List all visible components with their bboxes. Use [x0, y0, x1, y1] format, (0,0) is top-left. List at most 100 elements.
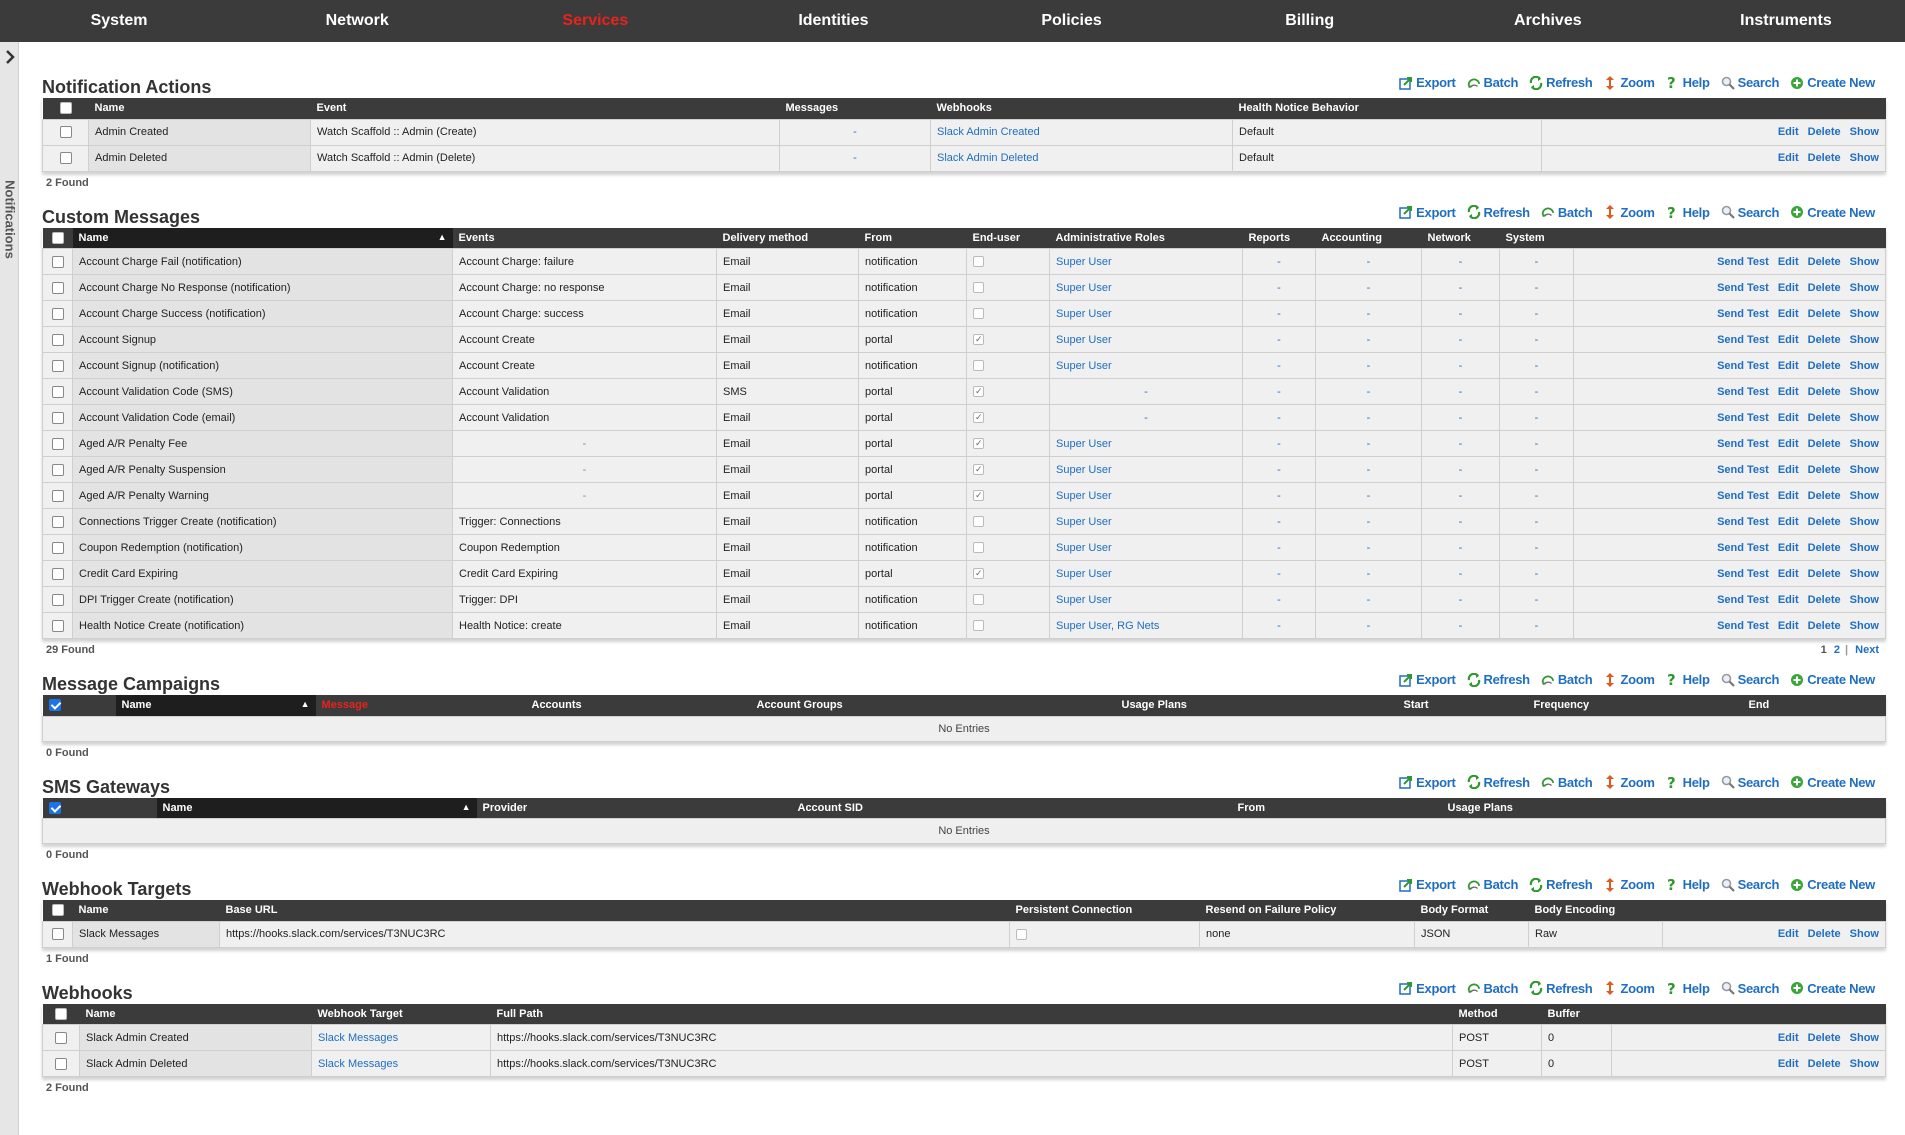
show-link[interactable]: Show: [1850, 308, 1879, 320]
row-checkbox[interactable]: [51, 437, 64, 450]
show-link[interactable]: Show: [1850, 620, 1879, 632]
role-link[interactable]: Super User: [1056, 490, 1112, 502]
column-header[interactable]: Webhooks: [931, 98, 1233, 119]
row-checkbox[interactable]: [51, 411, 64, 424]
create-button[interactable]: Create New: [1790, 75, 1875, 90]
row-checkbox[interactable]: [59, 126, 72, 139]
row-checkbox[interactable]: [51, 515, 64, 528]
show-link[interactable]: Show: [1850, 438, 1879, 450]
edit-link[interactable]: Edit: [1778, 438, 1799, 450]
row-checkbox[interactable]: [59, 152, 72, 165]
show-link[interactable]: Show: [1850, 1032, 1879, 1044]
batch-button[interactable]: Batch: [1467, 981, 1518, 996]
column-header[interactable]: Buffer: [1542, 1004, 1612, 1025]
row-checkbox[interactable]: [51, 333, 64, 346]
show-link[interactable]: Show: [1850, 1058, 1879, 1070]
search-button[interactable]: Search: [1721, 672, 1779, 687]
column-header[interactable]: End: [1743, 695, 1886, 716]
nav-policies[interactable]: Policies: [953, 0, 1191, 42]
column-header[interactable]: Body Encoding: [1529, 900, 1663, 921]
webhook-target-link[interactable]: Slack Messages: [318, 1058, 398, 1070]
nav-services[interactable]: Services: [476, 0, 714, 42]
delete-link[interactable]: Delete: [1808, 126, 1841, 138]
edit-link[interactable]: Edit: [1778, 282, 1799, 294]
column-header[interactable]: Accounting: [1316, 228, 1422, 249]
zoom-button[interactable]: Zoom: [1603, 775, 1655, 790]
show-link[interactable]: Show: [1850, 928, 1879, 940]
edit-link[interactable]: Edit: [1778, 386, 1799, 398]
delete-link[interactable]: Delete: [1808, 282, 1841, 294]
edit-link[interactable]: Edit: [1778, 334, 1799, 346]
row-checkbox[interactable]: [51, 567, 64, 580]
zoom-button[interactable]: Zoom: [1603, 877, 1655, 892]
help-button[interactable]: ? Help: [1666, 75, 1710, 90]
zoom-button[interactable]: Zoom: [1603, 672, 1655, 687]
column-header[interactable]: End-user: [967, 228, 1050, 249]
show-link[interactable]: Show: [1850, 464, 1879, 476]
row-checkbox[interactable]: [51, 307, 64, 320]
create-button[interactable]: Create New: [1790, 672, 1875, 687]
delete-link[interactable]: Delete: [1808, 308, 1841, 320]
column-header[interactable]: Frequency: [1528, 695, 1743, 716]
edit-link[interactable]: Edit: [1778, 928, 1799, 940]
delete-link[interactable]: Delete: [1808, 1032, 1841, 1044]
show-link[interactable]: Show: [1850, 152, 1879, 164]
column-header[interactable]: Base URL: [220, 900, 1010, 921]
row-checkbox[interactable]: [51, 255, 64, 268]
create-button[interactable]: Create New: [1790, 877, 1875, 892]
row-checkbox[interactable]: [51, 359, 64, 372]
send-test-link[interactable]: Send Test: [1717, 412, 1769, 424]
nav-network[interactable]: Network: [238, 0, 476, 42]
refresh-button[interactable]: Refresh: [1467, 205, 1530, 220]
delete-link[interactable]: Delete: [1808, 464, 1841, 476]
role-link[interactable]: Super User: [1056, 282, 1112, 294]
show-link[interactable]: Show: [1850, 334, 1879, 346]
edit-link[interactable]: Edit: [1778, 490, 1799, 502]
column-header-name-sorted[interactable]: Name ▲: [72, 227, 453, 249]
nav-identities[interactable]: Identities: [714, 0, 952, 42]
send-test-link[interactable]: Send Test: [1717, 490, 1769, 502]
nav-system[interactable]: System: [0, 0, 238, 42]
column-header[interactable]: From: [1232, 798, 1442, 819]
batch-button[interactable]: Batch: [1541, 672, 1593, 687]
batch-button[interactable]: Batch: [1541, 775, 1593, 790]
delete-link[interactable]: Delete: [1808, 152, 1841, 164]
send-test-link[interactable]: Send Test: [1717, 256, 1769, 268]
show-link[interactable]: Show: [1850, 360, 1879, 372]
show-link[interactable]: Show: [1850, 542, 1879, 554]
select-all-checkbox[interactable]: [55, 1007, 67, 1020]
role-link[interactable]: Super User: [1056, 542, 1112, 554]
show-link[interactable]: Show: [1850, 490, 1879, 502]
column-header[interactable]: Usage Plans: [1442, 798, 1886, 819]
export-button[interactable]: Export: [1399, 672, 1456, 687]
zoom-button[interactable]: Zoom: [1603, 75, 1655, 90]
edit-link[interactable]: Edit: [1778, 594, 1799, 606]
delete-link[interactable]: Delete: [1808, 516, 1841, 528]
role-link[interactable]: Super User: [1056, 568, 1112, 580]
webhook-target-link[interactable]: Slack Messages: [318, 1032, 398, 1044]
column-header[interactable]: Body Format: [1415, 900, 1529, 921]
send-test-link[interactable]: Send Test: [1717, 282, 1769, 294]
nav-archives[interactable]: Archives: [1429, 0, 1667, 42]
zoom-button[interactable]: Zoom: [1603, 981, 1655, 996]
column-header[interactable]: Event: [311, 98, 780, 119]
delete-link[interactable]: Delete: [1808, 334, 1841, 346]
edit-link[interactable]: Edit: [1778, 516, 1799, 528]
delete-link[interactable]: Delete: [1808, 620, 1841, 632]
column-header[interactable]: Full Path: [491, 1004, 1453, 1025]
help-button[interactable]: ? Help: [1666, 672, 1710, 687]
help-button[interactable]: ? Help: [1666, 775, 1710, 790]
column-header[interactable]: Name: [89, 98, 311, 119]
webhook-link[interactable]: Slack Admin Created: [937, 126, 1040, 138]
column-header[interactable]: Account Groups: [751, 695, 1116, 716]
edit-link[interactable]: Edit: [1778, 464, 1799, 476]
send-test-link[interactable]: Send Test: [1717, 620, 1769, 632]
send-test-link[interactable]: Send Test: [1717, 308, 1769, 320]
role-link[interactable]: Super User: [1056, 308, 1112, 320]
drawer-label[interactable]: Notifications: [3, 180, 18, 260]
help-button[interactable]: ? Help: [1666, 205, 1710, 220]
page-1-link[interactable]: 1: [1821, 644, 1827, 656]
send-test-link[interactable]: Send Test: [1717, 568, 1769, 580]
help-button[interactable]: ? Help: [1666, 877, 1710, 892]
delete-link[interactable]: Delete: [1808, 1058, 1841, 1070]
